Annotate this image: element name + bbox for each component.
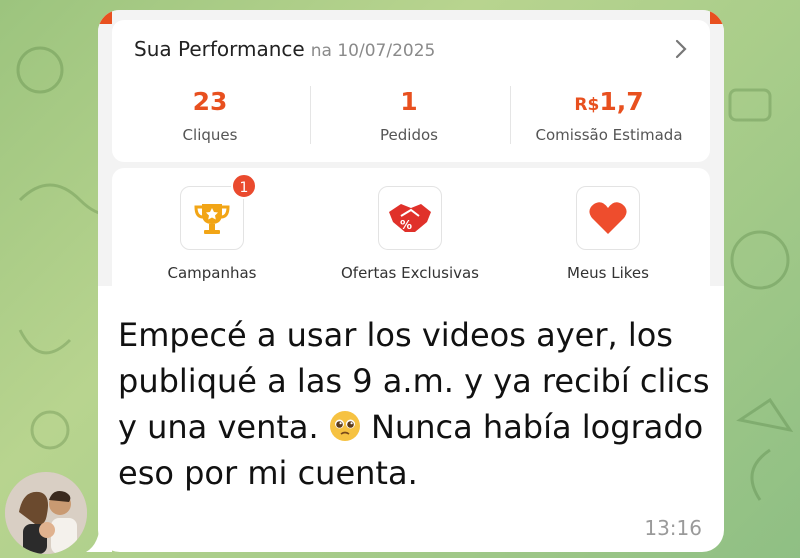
heart-icon: [589, 202, 627, 234]
shortcuts-card: 1 Campanhas % Ofertas Exclusivas Meus Li…: [112, 168, 710, 308]
performance-header: Sua Performance na 10/07/2025: [134, 36, 435, 62]
stat-commission: R$1,7 Comissão Estimada: [514, 86, 704, 144]
commission-amount: 1,7: [599, 87, 644, 116]
offers-icon-box[interactable]: %: [378, 186, 442, 250]
stat-label: Comissão Estimada: [535, 126, 683, 144]
performance-card[interactable]: Sua Performance na 10/07/2025 23 Cliques …: [112, 20, 710, 162]
shortcut-label: Meus Likes: [567, 264, 649, 282]
stat-label: Cliques: [182, 126, 238, 144]
corner-accent: [98, 10, 112, 24]
performance-title: Sua Performance: [134, 37, 305, 61]
handshake-percent-icon: %: [389, 204, 431, 232]
stat-value: R$1,7: [514, 86, 704, 118]
message-bubble[interactable]: Sua Performance na 10/07/2025 23 Cliques …: [98, 10, 724, 552]
stat-orders: 1 Pedidos: [314, 86, 504, 144]
message-time: 13:16: [644, 516, 702, 540]
shortcut-label: Campanhas: [167, 264, 257, 282]
trophy-icon: [194, 204, 230, 234]
likes-icon-box[interactable]: [576, 186, 640, 250]
corner-accent: [710, 10, 724, 24]
stat-value: 23: [192, 87, 228, 116]
shortcut-exclusive-offers[interactable]: % Ofertas Exclusivas: [310, 186, 510, 282]
shortcut-campaigns[interactable]: 1 Campanhas: [112, 173, 312, 282]
chevron-right-icon[interactable]: [674, 38, 688, 66]
svg-text:%: %: [400, 218, 412, 232]
stat-clicks: 23 Cliques: [115, 86, 305, 144]
divider: [510, 86, 511, 144]
stat-label: Pedidos: [380, 126, 438, 144]
pleading-face-emoji: [329, 411, 360, 441]
message-text: Empecé a usar los videos ayer, los publi…: [118, 312, 712, 496]
notification-badge: 1: [231, 173, 257, 199]
shortcut-label: Ofertas Exclusivas: [340, 264, 480, 282]
date-prefix: na: [310, 41, 332, 61]
shortcut-my-likes[interactable]: Meus Likes: [508, 186, 708, 282]
avatar[interactable]: [5, 472, 87, 554]
campaigns-icon-box[interactable]: 1: [180, 173, 257, 250]
currency-prefix: R$: [574, 95, 600, 115]
attached-screenshot[interactable]: Sua Performance na 10/07/2025 23 Cliques …: [98, 10, 724, 308]
divider: [310, 86, 311, 144]
performance-date: 10/07/2025: [337, 41, 436, 61]
stat-value: 1: [400, 87, 418, 116]
